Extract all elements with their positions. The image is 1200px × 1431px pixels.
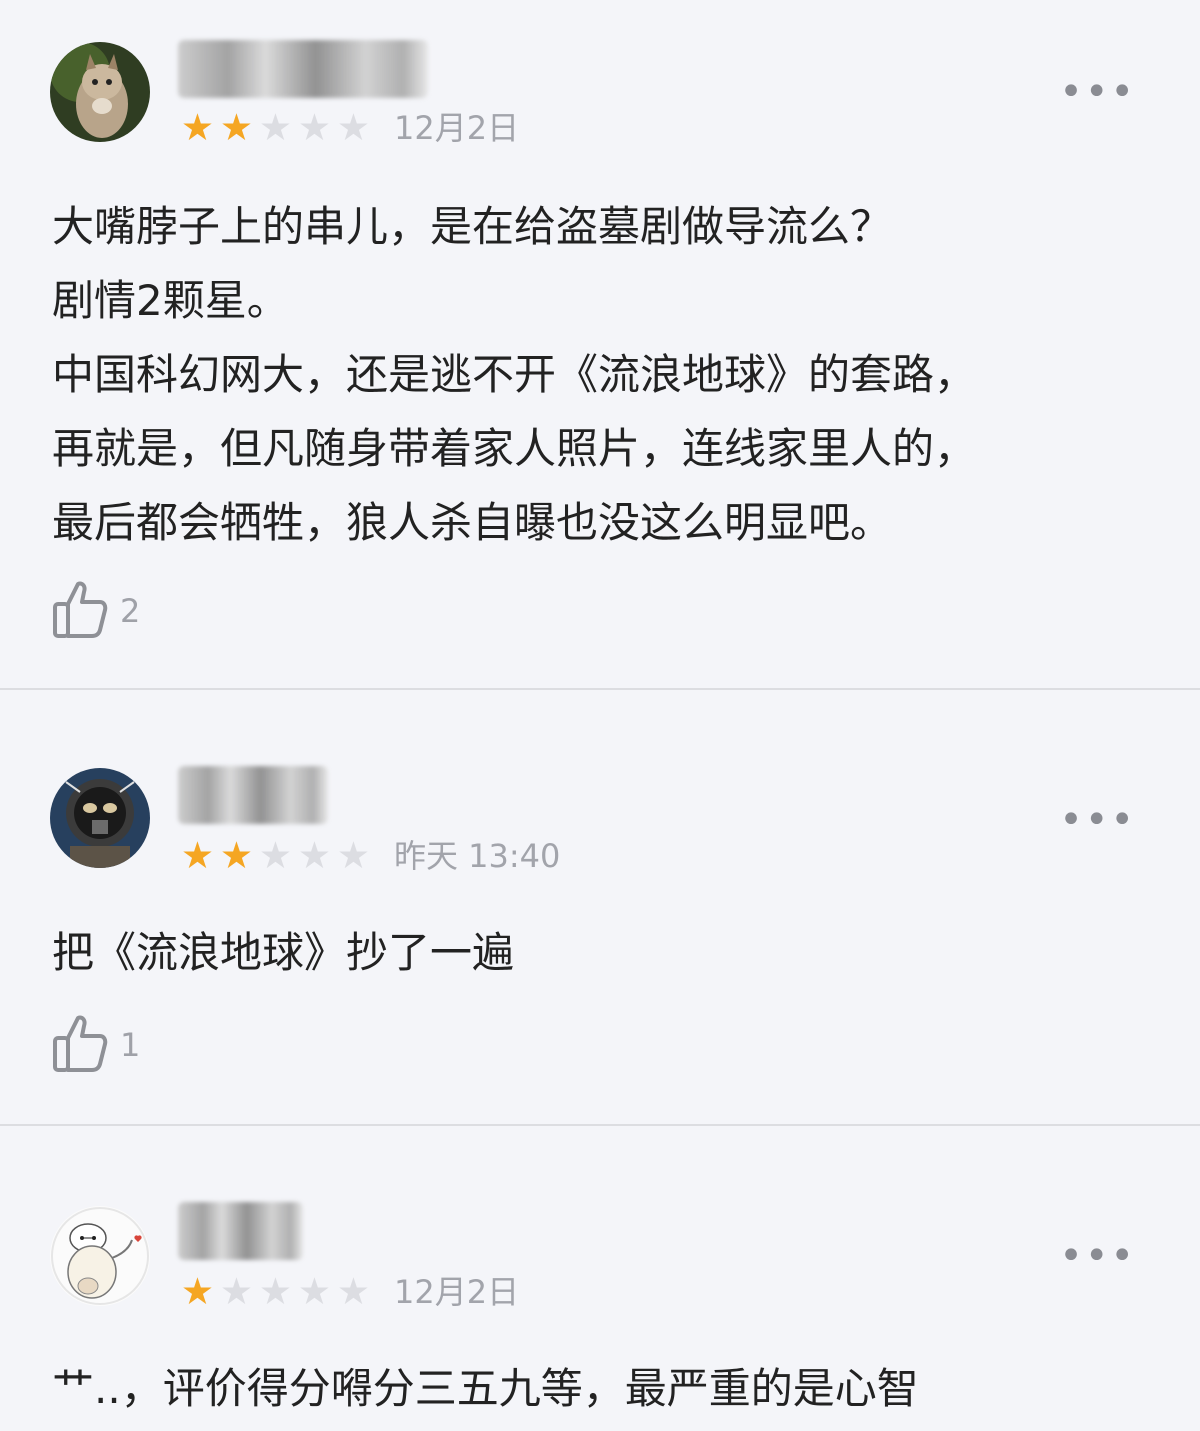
like-count: 1 <box>120 1026 141 1064</box>
cartoon-avatar[interactable] <box>50 1206 150 1306</box>
review-text-line: 大嘴脖子上的串儿，是在给盗墓剧做导流么？ <box>52 202 893 251</box>
review-item: ★ ★ ★ ★ ★ 12月2日 ••• 艹..，评价得分嘚分三五九等，最严重的是心智 <box>0 1126 1200 1431</box>
review-date: 昨天 13:40 <box>394 837 561 875</box>
review-text: 把《流浪地球》抄了一遍 <box>52 916 1160 990</box>
star-filled-icon: ★ <box>219 106 254 149</box>
review-text-line: 艹..，评价得分嘚分三五九等，最严重的是心智 <box>52 1364 919 1413</box>
like-button[interactable]: 2 <box>52 580 140 642</box>
review-text: 艹..，评价得分嘚分三五九等，最严重的是心智 <box>52 1352 1160 1426</box>
star-empty-icon: ★ <box>258 1270 293 1313</box>
more-options-icon[interactable]: ••• <box>1059 800 1136 840</box>
username-blurred[interactable] <box>178 766 328 824</box>
thumbs-up-icon <box>52 1014 108 1076</box>
rating-stars: ★ ★ ★ ★ ★ <box>178 108 373 148</box>
review-item: ★ ★ ★ ★ ★ 12月2日 ••• 大嘴脖子上的串儿，是在给盗墓剧做导流么？ 剧情2… <box>0 0 1200 688</box>
star-filled-icon: ★ <box>180 834 215 877</box>
star-filled-icon: ★ <box>219 834 254 877</box>
review-text: 大嘴脖子上的串儿，是在给盗墓剧做导流么？ 剧情2颗星。 中国科幻网大，还是逃不开… <box>52 190 1160 560</box>
more-options-icon[interactable]: ••• <box>1059 72 1136 112</box>
rating-stars: ★ ★ ★ ★ ★ <box>178 836 373 876</box>
review-text-line: 把《流浪地球》抄了一遍 <box>52 928 515 977</box>
review-item: ★ ★ ★ ★ ★ 昨天 13:40 ••• 把《流浪地球》抄了一遍 1 <box>0 690 1200 1124</box>
like-count: 2 <box>120 592 141 630</box>
username-blurred[interactable] <box>178 1202 303 1260</box>
star-filled-icon: ★ <box>180 1270 215 1313</box>
star-filled-icon: ★ <box>180 106 215 149</box>
star-empty-icon: ★ <box>336 1270 371 1313</box>
star-empty-icon: ★ <box>336 834 371 877</box>
review-text-line: 剧情2颗星。 <box>52 276 289 325</box>
star-empty-icon: ★ <box>258 106 293 149</box>
rating-stars: ★ ★ ★ ★ ★ <box>178 1272 373 1312</box>
like-button[interactable]: 1 <box>52 1014 140 1076</box>
astronaut-avatar[interactable] <box>50 768 150 868</box>
kitten-avatar[interactable] <box>50 42 150 142</box>
username-blurred[interactable] <box>178 40 428 98</box>
star-empty-icon: ★ <box>297 1270 332 1313</box>
star-empty-icon: ★ <box>336 106 371 149</box>
star-empty-icon: ★ <box>258 834 293 877</box>
review-date: 12月2日 <box>394 1273 520 1311</box>
thumbs-up-icon <box>52 580 108 642</box>
review-text-line: 中国科幻网大，还是逃不开《流浪地球》的套路， <box>52 350 977 399</box>
review-date: 12月2日 <box>394 109 520 147</box>
review-text-line: 再就是，但凡随身带着家人照片，连线家里人的， <box>52 424 977 473</box>
star-empty-icon: ★ <box>219 1270 254 1313</box>
more-options-icon[interactable]: ••• <box>1059 1236 1136 1276</box>
star-empty-icon: ★ <box>297 834 332 877</box>
review-text-line: 最后都会牺牲，狼人杀自曝也没这么明显吧。 <box>52 498 893 547</box>
star-empty-icon: ★ <box>297 106 332 149</box>
